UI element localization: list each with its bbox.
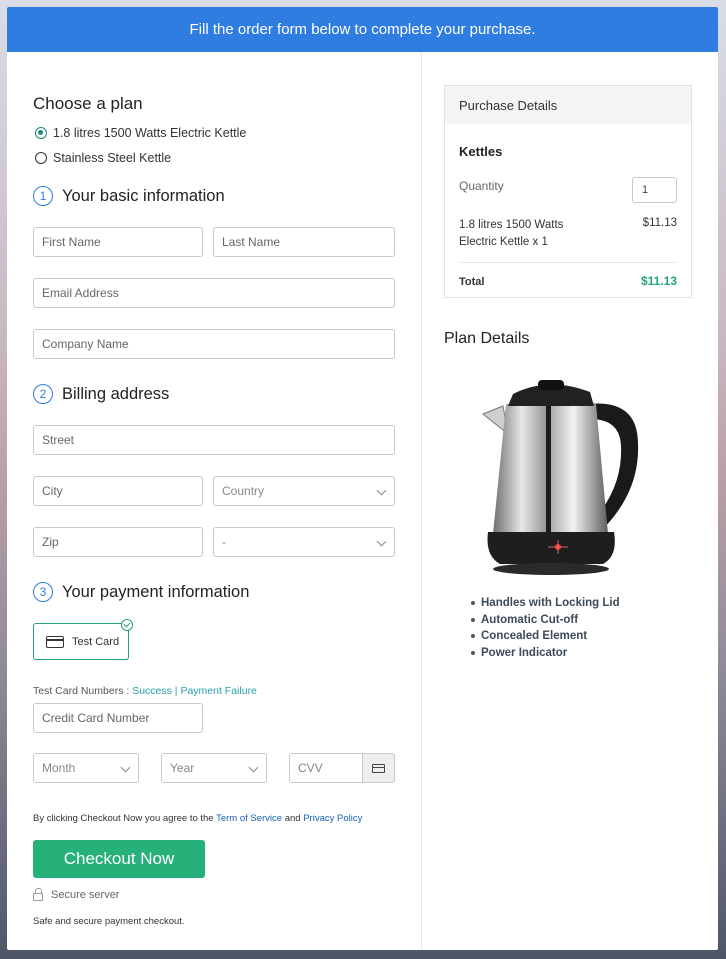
- quantity-label: Quantity: [459, 179, 504, 193]
- quantity-input[interactable]: 1: [632, 177, 677, 203]
- line-item-price: $11.13: [642, 217, 677, 229]
- test-card-label: Test Card: [72, 635, 120, 648]
- first-name-field[interactable]: First Name: [33, 227, 203, 257]
- step-title: Your payment information: [62, 582, 250, 601]
- agreement-and: and: [282, 813, 304, 824]
- test-numbers-label: Test Card Numbers :: [33, 685, 133, 697]
- last-name-field[interactable]: Last Name: [213, 227, 395, 257]
- state-placeholder: -: [222, 535, 226, 549]
- plan-option-label: 1.8 litres 1500 Watts Electric Kettle: [53, 126, 247, 140]
- plan-option-label: Stainless Steel Kettle: [53, 151, 172, 165]
- step-title: Billing address: [62, 384, 170, 403]
- banner-text: Fill the order form below to complete yo…: [189, 21, 536, 38]
- year-select[interactable]: Year: [161, 753, 267, 783]
- payment-failure-link[interactable]: Payment Failure: [180, 685, 256, 697]
- order-form: Choose a plan 1.8 litres 1500 Watts Elec…: [7, 52, 422, 950]
- month-placeholder: Month: [42, 761, 76, 775]
- secure-server-note: Secure server: [33, 888, 120, 901]
- card-number-placeholder: Credit Card Number: [42, 711, 150, 725]
- plan-details-heading: Plan Details: [444, 330, 530, 347]
- product-group-title: Kettles: [459, 144, 503, 159]
- month-select[interactable]: Month: [33, 753, 139, 783]
- billing-heading: 2 Billing address: [33, 384, 169, 404]
- radio-unselected-icon[interactable]: [35, 152, 47, 164]
- zip-field[interactable]: Zip: [33, 527, 203, 557]
- chevron-down-icon: [376, 536, 387, 547]
- street-placeholder: Street: [42, 433, 75, 447]
- company-field[interactable]: Company Name: [33, 329, 395, 359]
- step-number-badge: 1: [33, 186, 53, 206]
- purchase-details-box: Purchase Details Kettles Quantity 1 1.8 …: [444, 85, 692, 298]
- purchase-details-header: Purchase Details: [445, 86, 691, 124]
- country-placeholder: Country: [222, 484, 265, 498]
- feature-item: Concealed Element: [471, 628, 620, 645]
- state-select[interactable]: -: [213, 527, 395, 557]
- feature-item: Handles with Locking Lid: [471, 595, 620, 612]
- total-value: $11.13: [640, 274, 677, 288]
- test-card-numbers: Test Card Numbers : Success | Payment Fa…: [33, 685, 257, 697]
- company-placeholder: Company Name: [42, 337, 129, 351]
- checkout-now-button[interactable]: Checkout Now: [33, 840, 205, 878]
- step-number-badge: 3: [33, 582, 53, 602]
- line-item-label: 1.8 litres 1500 Watts Electric Kettle x …: [459, 219, 564, 248]
- credit-card-number-field[interactable]: Credit Card Number: [33, 703, 203, 733]
- divider: [459, 262, 677, 263]
- feature-item: Power Indicator: [471, 645, 620, 662]
- top-banner: Fill the order form below to complete yo…: [7, 7, 718, 52]
- kettle-product-image: [482, 380, 639, 575]
- total-label: Total: [459, 276, 485, 288]
- radio-selected-icon[interactable]: [35, 127, 47, 139]
- step-number-badge: 2: [33, 384, 53, 404]
- cvv-placeholder: CVV: [298, 761, 323, 775]
- secure-server-label: Secure server: [51, 889, 120, 901]
- success-link[interactable]: Success: [132, 685, 172, 697]
- terms-link[interactable]: Term of Service: [216, 813, 282, 824]
- agreement-text: By clicking Checkout Now you agree to th…: [33, 813, 362, 824]
- credit-card-icon: [46, 635, 64, 648]
- step-title: Your basic information: [62, 186, 225, 205]
- checkmark-icon: [121, 619, 133, 631]
- checkout-page: Fill the order form below to complete yo…: [7, 7, 718, 950]
- cvv-card-button[interactable]: [362, 753, 395, 783]
- credit-card-icon: [372, 763, 385, 773]
- privacy-link[interactable]: Privacy Policy: [303, 813, 362, 824]
- email-placeholder: Email Address: [42, 286, 119, 300]
- city-field[interactable]: City: [33, 476, 203, 506]
- basic-info-heading: 1 Your basic information: [33, 186, 225, 206]
- agreement-prefix: By clicking Checkout Now you agree to th…: [33, 813, 217, 824]
- chevron-down-icon: [120, 762, 131, 773]
- email-field[interactable]: Email Address: [33, 278, 395, 308]
- chevron-down-icon: [376, 485, 387, 496]
- summary-column: Purchase Details Kettles Quantity 1 1.8 …: [423, 52, 718, 950]
- lock-icon: [33, 888, 43, 901]
- payment-heading: 3 Your payment information: [33, 582, 249, 602]
- plan-features-list: Handles with Locking Lid Automatic Cut-o…: [471, 595, 620, 661]
- feature-item: Automatic Cut-off: [471, 612, 620, 629]
- plan-option-electric-kettle[interactable]: 1.8 litres 1500 Watts Electric Kettle: [35, 126, 246, 140]
- city-placeholder: City: [42, 484, 63, 498]
- last-name-placeholder: Last Name: [222, 235, 281, 249]
- safe-checkout-note: Safe and secure payment checkout.: [33, 916, 185, 927]
- plan-option-stainless-kettle[interactable]: Stainless Steel Kettle: [35, 151, 171, 165]
- zip-placeholder: Zip: [42, 535, 59, 549]
- cvv-field[interactable]: CVV: [289, 753, 363, 783]
- choose-plan-heading: Choose a plan: [33, 94, 143, 113]
- chevron-down-icon: [248, 762, 259, 773]
- first-name-placeholder: First Name: [42, 235, 101, 249]
- country-select[interactable]: Country: [213, 476, 395, 506]
- test-card-option[interactable]: Test Card: [33, 619, 133, 660]
- street-field[interactable]: Street: [33, 425, 395, 455]
- year-placeholder: Year: [170, 761, 195, 775]
